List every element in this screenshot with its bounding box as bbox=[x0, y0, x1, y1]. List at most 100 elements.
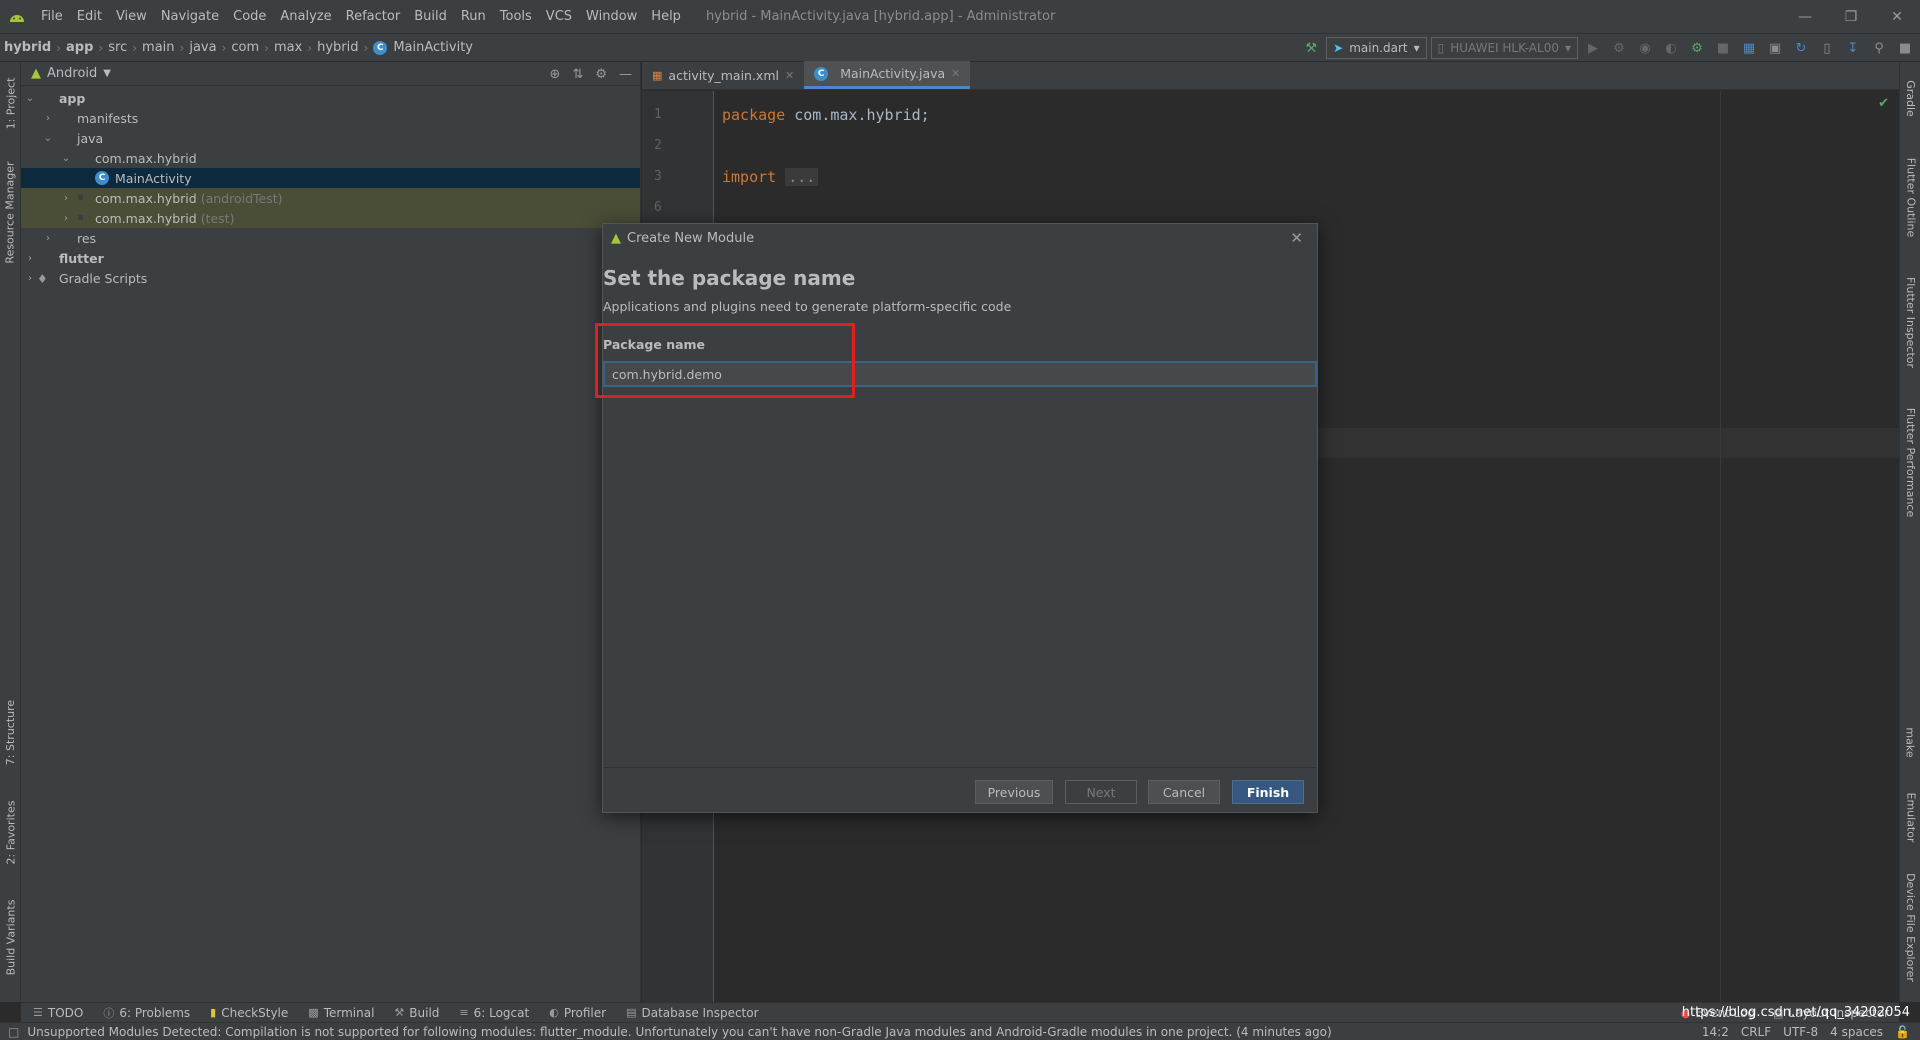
breadcrumb-item[interactable]: com bbox=[231, 40, 259, 55]
previous-button[interactable]: Previous bbox=[975, 780, 1053, 804]
stop-icon[interactable]: ■ bbox=[1712, 37, 1734, 59]
avd-manager-icon[interactable]: ▯ bbox=[1816, 37, 1838, 59]
tree-item-mainactivity[interactable]: C MainActivity bbox=[21, 168, 640, 188]
tree-item-java[interactable]: ⌄ java bbox=[21, 128, 640, 148]
next-button[interactable]: Next bbox=[1065, 780, 1137, 804]
menu-file[interactable]: File bbox=[34, 9, 70, 24]
profile-icon[interactable]: ◐ bbox=[1660, 37, 1682, 59]
restore-icon[interactable]: ❐ bbox=[1828, 0, 1874, 34]
package-name-input[interactable] bbox=[603, 361, 1317, 387]
line-separator[interactable]: CRLF bbox=[1741, 1025, 1771, 1039]
tool-database-inspector[interactable]: ▤ Database Inspector bbox=[626, 1006, 758, 1020]
tab-favorites[interactable]: 2: Favorites bbox=[0, 792, 21, 872]
caret-position[interactable]: 14:2 bbox=[1702, 1025, 1729, 1039]
close-icon[interactable]: ✕ bbox=[1874, 0, 1920, 34]
breadcrumb-item[interactable]: hybrid bbox=[317, 40, 358, 55]
tool-terminal[interactable]: ▩ Terminal bbox=[308, 1006, 374, 1020]
menu-code[interactable]: Code bbox=[226, 9, 273, 24]
tree-item-app[interactable]: ⌄ app bbox=[21, 88, 640, 108]
menu-view[interactable]: View bbox=[109, 9, 154, 24]
menu-help[interactable]: Help bbox=[644, 9, 688, 24]
finish-button[interactable]: Finish bbox=[1232, 780, 1304, 804]
chevron-down-icon[interactable]: ⌄ bbox=[59, 153, 73, 164]
breadcrumb-item[interactable]: hybrid bbox=[4, 40, 51, 55]
close-tab-icon[interactable]: ✕ bbox=[785, 69, 794, 82]
breadcrumb-item[interactable]: app bbox=[66, 40, 93, 55]
breadcrumb-item[interactable]: MainActivity bbox=[393, 40, 473, 55]
tab-project[interactable]: 1: Project bbox=[0, 68, 21, 138]
tool-checkstyle[interactable]: ▮ CheckStyle bbox=[210, 1006, 288, 1020]
tool-todo[interactable]: ☰ TODO bbox=[33, 1006, 83, 1020]
locate-icon[interactable]: ⊕ bbox=[550, 67, 561, 82]
tab-device-file-explorer[interactable]: Device File Explorer bbox=[1900, 862, 1920, 992]
make-hammer-icon[interactable]: ⚒ bbox=[1300, 37, 1322, 59]
collapse-all-icon[interactable]: ⇅ bbox=[572, 67, 583, 82]
search-icon[interactable]: ⚲ bbox=[1868, 37, 1890, 59]
menu-window[interactable]: Window bbox=[579, 9, 644, 24]
tree-item-manifests[interactable]: › manifests bbox=[21, 108, 640, 128]
chevron-right-icon[interactable]: › bbox=[59, 213, 73, 224]
status-message[interactable]: Unsupported Modules Detected: Compilatio… bbox=[27, 1025, 1331, 1039]
tab-structure[interactable]: 7: Structure bbox=[0, 692, 21, 772]
menu-tools[interactable]: Tools bbox=[493, 9, 539, 24]
project-view-selector[interactable]: ▲ Android ▼ bbox=[21, 62, 640, 86]
menu-run[interactable]: Run bbox=[454, 9, 493, 24]
avatar[interactable]: ■ bbox=[1894, 37, 1916, 59]
attach-debugger-icon[interactable]: ⚙ bbox=[1686, 37, 1708, 59]
tree-item-gradle-scripts[interactable]: › ♦ Gradle Scripts bbox=[21, 268, 640, 288]
chevron-right-icon[interactable]: › bbox=[41, 113, 55, 124]
lock-icon[interactable]: 🔓 bbox=[1895, 1025, 1910, 1039]
tab-emulator[interactable]: Emulator bbox=[1900, 777, 1920, 857]
menu-build[interactable]: Build bbox=[407, 9, 454, 24]
tree-item-package-androidtest[interactable]: › com.max.hybrid (androidTest) bbox=[21, 188, 640, 208]
coverage-icon[interactable]: ◉ bbox=[1634, 37, 1656, 59]
hide-icon[interactable]: — bbox=[619, 67, 632, 82]
minimize-icon[interactable]: — bbox=[1782, 0, 1828, 34]
tab-flutter-performance[interactable]: Flutter Performance bbox=[1900, 392, 1920, 532]
file-encoding[interactable]: UTF-8 bbox=[1783, 1025, 1818, 1039]
breadcrumb-item[interactable]: max bbox=[274, 40, 302, 55]
project-structure-icon[interactable]: ▦ bbox=[1738, 37, 1760, 59]
tab-activity-main-xml[interactable]: ▦ activity_main.xml ✕ bbox=[642, 61, 804, 89]
menu-edit[interactable]: Edit bbox=[70, 9, 109, 24]
tool-build[interactable]: ⚒ Build bbox=[394, 1006, 439, 1020]
device-select[interactable]: ▯ HUAWEI HLK-AL00 ▾ bbox=[1430, 37, 1578, 59]
code-line[interactable]: import ... bbox=[722, 168, 819, 186]
tree-item-package[interactable]: ⌄ com.max.hybrid bbox=[21, 148, 640, 168]
tool-logcat[interactable]: ≡ 6: Logcat bbox=[459, 1006, 529, 1020]
menu-vcs[interactable]: VCS bbox=[539, 9, 579, 24]
chevron-down-icon[interactable]: ⌄ bbox=[23, 93, 37, 104]
menu-analyze[interactable]: Analyze bbox=[273, 9, 338, 24]
menu-refactor[interactable]: Refactor bbox=[339, 9, 408, 24]
code-line[interactable]: package com.max.hybrid; bbox=[722, 106, 930, 124]
tree-item-res[interactable]: › res bbox=[21, 228, 640, 248]
breadcrumb-item[interactable]: src bbox=[108, 40, 127, 55]
chevron-right-icon[interactable]: › bbox=[23, 273, 37, 284]
chevron-right-icon[interactable]: › bbox=[23, 253, 37, 264]
tab-flutter-outline[interactable]: Flutter Outline bbox=[1900, 142, 1920, 252]
breadcrumb-item[interactable]: java bbox=[189, 40, 216, 55]
indent-setting[interactable]: 4 spaces bbox=[1830, 1025, 1883, 1039]
tab-flutter-inspector[interactable]: Flutter Inspector bbox=[1900, 262, 1920, 382]
tab-build-variants[interactable]: Build Variants bbox=[0, 890, 21, 985]
tab-resource-manager[interactable]: Resource Manager bbox=[0, 157, 21, 267]
folded-imports[interactable]: ... bbox=[785, 168, 819, 186]
tab-make[interactable]: make bbox=[1900, 717, 1920, 767]
run-config-select[interactable]: ➤ main.dart ▾ bbox=[1326, 37, 1427, 59]
close-tab-icon[interactable]: ✕ bbox=[951, 67, 960, 80]
breadcrumb-item[interactable]: main bbox=[142, 40, 174, 55]
gear-icon[interactable]: ⚙ bbox=[595, 67, 607, 82]
tab-gradle[interactable]: Gradle bbox=[1900, 68, 1920, 128]
chevron-right-icon[interactable]: › bbox=[41, 233, 55, 244]
tool-problems[interactable]: ⓘ 6: Problems bbox=[103, 1005, 190, 1021]
sdk-manager-icon[interactable]: ↧ bbox=[1842, 37, 1864, 59]
cancel-button[interactable]: Cancel bbox=[1148, 780, 1220, 804]
tree-item-flutter[interactable]: › flutter bbox=[21, 248, 640, 268]
gradle-sync-icon[interactable]: ↻ bbox=[1790, 37, 1812, 59]
debug-icon[interactable]: ⚙ bbox=[1608, 37, 1630, 59]
close-icon[interactable]: ✕ bbox=[1290, 229, 1303, 247]
menu-navigate[interactable]: Navigate bbox=[154, 9, 226, 24]
chevron-right-icon[interactable]: › bbox=[59, 193, 73, 204]
tree-item-package-test[interactable]: › com.max.hybrid (test) bbox=[21, 208, 640, 228]
sync-icon[interactable]: ▣ bbox=[1764, 37, 1786, 59]
